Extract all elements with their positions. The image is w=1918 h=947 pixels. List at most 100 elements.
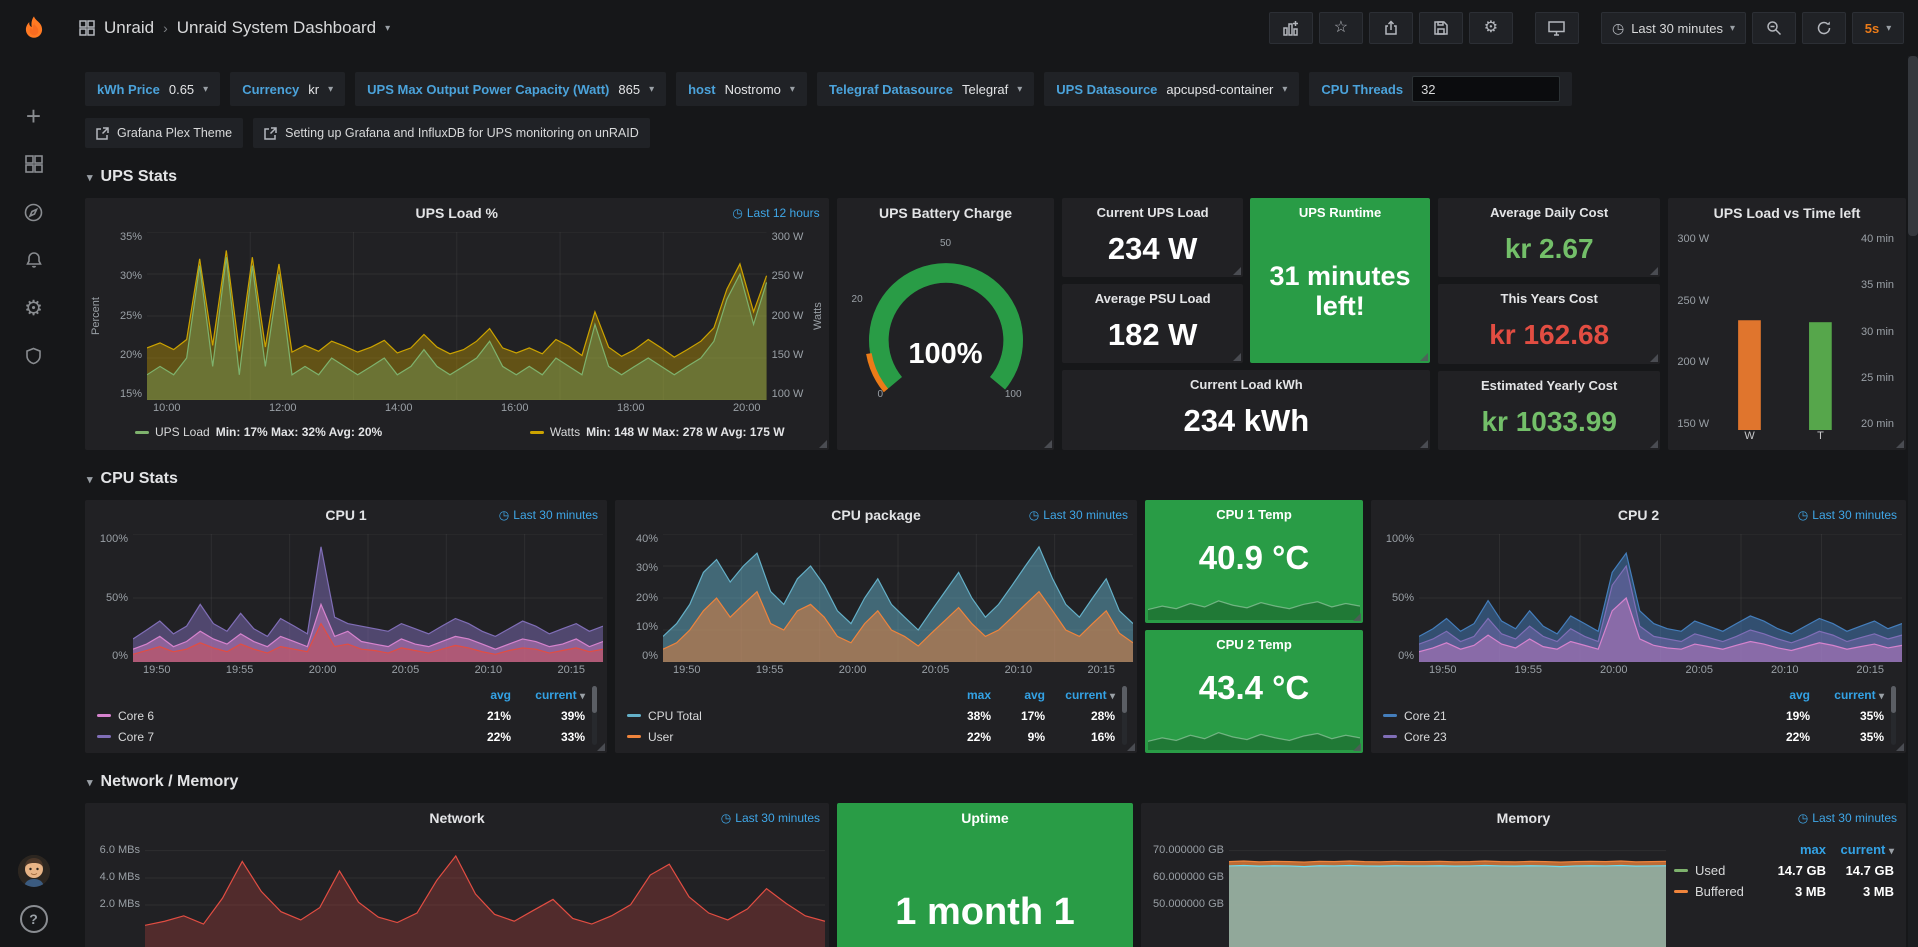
section-ups-stats[interactable]: ▾ UPS Stats: [87, 168, 1906, 186]
legend-col-current[interactable]: current ▾: [511, 688, 585, 702]
panel-title[interactable]: Average PSU Load: [1062, 291, 1242, 306]
panel-title[interactable]: Current UPS Load: [1062, 205, 1242, 220]
user-avatar[interactable]: [18, 855, 50, 887]
legend-scrollbar[interactable]: [592, 686, 597, 745]
cpu-threads-input[interactable]: [1412, 76, 1560, 102]
dashboards-icon[interactable]: [20, 150, 48, 178]
panel-resize-handle[interactable]: [1127, 743, 1135, 751]
variable-telegraf-datasource[interactable]: Telegraf Datasource Telegraf ▾: [817, 72, 1034, 106]
save-button[interactable]: [1419, 12, 1463, 44]
variable-ups-datasource[interactable]: UPS Datasource apcupsd-container ▾: [1044, 72, 1299, 106]
series-name[interactable]: CPU Total: [648, 709, 702, 723]
panel-time-override[interactable]: ◷ Last 12 hours: [732, 206, 819, 220]
star-button[interactable]: ☆: [1319, 12, 1363, 44]
breadcrumb-app[interactable]: Unraid: [104, 18, 154, 38]
refresh-interval-picker[interactable]: 5s ▾: [1852, 12, 1904, 44]
panel-title[interactable]: Memory: [1497, 810, 1551, 826]
page-scrollbar[interactable]: [1908, 56, 1918, 947]
panel-time-override[interactable]: ◷ Last 30 minutes: [1798, 508, 1897, 522]
share-button[interactable]: [1369, 12, 1413, 44]
help-icon[interactable]: ?: [20, 905, 48, 933]
configuration-gear-icon[interactable]: ⚙: [20, 294, 48, 322]
memory-chart[interactable]: [1229, 837, 1666, 947]
panel-resize-handle[interactable]: [1420, 353, 1428, 361]
variable-kwh-price[interactable]: kWh Price 0.65 ▾: [85, 72, 220, 106]
legend-col-avg[interactable]: avg: [1750, 688, 1810, 702]
refresh-button[interactable]: [1802, 12, 1846, 44]
section-network-memory[interactable]: ▾ Network / Memory: [87, 773, 1906, 791]
dashboard-grid-icon[interactable]: [79, 20, 95, 36]
server-admin-shield-icon[interactable]: [20, 342, 48, 370]
variable-ups-max-output[interactable]: UPS Max Output Power Capacity (Watt) 865…: [355, 72, 666, 106]
panel-title[interactable]: CPU 1 Temp: [1145, 507, 1363, 522]
panel-title[interactable]: Estimated Yearly Cost: [1438, 378, 1660, 393]
link-ups-monitoring-guide[interactable]: Setting up Grafana and InfluxDB for UPS …: [253, 118, 650, 148]
series-name[interactable]: Watts: [550, 425, 580, 439]
panel-resize-handle[interactable]: [1896, 440, 1904, 448]
panel-time-override[interactable]: ◷ Last 30 minutes: [721, 811, 820, 825]
legend-scrollbar[interactable]: [1891, 686, 1896, 745]
panel-title[interactable]: CPU 1: [325, 507, 366, 523]
cpu2-chart[interactable]: [1419, 534, 1902, 662]
panel-title[interactable]: UPS Load %: [416, 205, 498, 221]
zoom-out-button[interactable]: [1752, 12, 1796, 44]
add-panel-button[interactable]: [1269, 12, 1313, 44]
legend-col-avg[interactable]: avg: [451, 688, 511, 702]
load-vs-time-chart[interactable]: [1714, 234, 1856, 430]
series-name[interactable]: Core 21: [1404, 709, 1447, 723]
panel-title[interactable]: CPU package: [831, 507, 920, 523]
panel-resize-handle[interactable]: [819, 440, 827, 448]
series-name[interactable]: Core 7: [118, 730, 154, 744]
panel-title[interactable]: UPS Load vs Time left: [1714, 205, 1861, 221]
alerting-bell-icon[interactable]: [20, 246, 48, 274]
dashboard-settings-button[interactable]: ⚙: [1469, 12, 1513, 44]
panel-title[interactable]: UPS Runtime: [1250, 205, 1430, 220]
legend-scrollbar[interactable]: [1122, 686, 1127, 745]
section-cpu-stats[interactable]: ▾ CPU Stats: [87, 470, 1906, 488]
legend-col-avg[interactable]: avg: [991, 688, 1045, 702]
panel-title[interactable]: Network: [429, 810, 484, 826]
panel-resize-handle[interactable]: [1353, 743, 1361, 751]
variable-host[interactable]: host Nostromo ▾: [676, 72, 807, 106]
panel-time-override[interactable]: ◷ Last 30 minutes: [1029, 508, 1128, 522]
panel-title[interactable]: CPU 2: [1618, 507, 1659, 523]
panel-title[interactable]: Average Daily Cost: [1438, 205, 1660, 220]
legend-col-max[interactable]: max: [937, 688, 991, 702]
panel-resize-handle[interactable]: [1044, 440, 1052, 448]
series-name[interactable]: Used: [1695, 863, 1725, 878]
panel-resize-handle[interactable]: [1650, 440, 1658, 448]
network-chart[interactable]: [145, 837, 825, 947]
panel-title[interactable]: CPU 2 Temp: [1145, 637, 1363, 652]
panel-resize-handle[interactable]: [1420, 440, 1428, 448]
panel-time-override[interactable]: ◷ Last 30 minutes: [499, 508, 598, 522]
chevron-down-icon[interactable]: ▾: [385, 23, 390, 34]
panel-time-override[interactable]: ◷ Last 30 minutes: [1798, 811, 1897, 825]
breadcrumb-page[interactable]: Unraid System Dashboard: [177, 18, 376, 38]
legend-col-current[interactable]: current ▾: [1045, 688, 1115, 702]
explore-compass-icon[interactable]: [20, 198, 48, 226]
cycle-view-button[interactable]: [1535, 12, 1579, 44]
panel-resize-handle[interactable]: [1650, 354, 1658, 362]
variable-currency[interactable]: Currency kr ▾: [230, 72, 345, 106]
panel-title[interactable]: This Years Cost: [1438, 291, 1660, 306]
panel-title[interactable]: Current Load kWh: [1062, 377, 1430, 392]
legend-col-current[interactable]: current ▾: [1826, 842, 1894, 857]
ups-load-chart[interactable]: [147, 232, 767, 400]
legend-col-current[interactable]: current ▾: [1810, 688, 1884, 702]
panel-resize-handle[interactable]: [597, 743, 605, 751]
panel-resize-handle[interactable]: [1650, 267, 1658, 275]
grafana-logo[interactable]: [16, 14, 52, 50]
panel-resize-handle[interactable]: [1233, 267, 1241, 275]
time-range-picker[interactable]: ◷ Last 30 minutes ▾: [1601, 12, 1746, 44]
link-grafana-plex-theme[interactable]: Grafana Plex Theme: [85, 118, 243, 148]
series-name[interactable]: Buffered: [1695, 884, 1744, 899]
cpu-package-chart[interactable]: [663, 534, 1133, 662]
cpu1-chart[interactable]: [133, 534, 603, 662]
legend-col-max[interactable]: max: [1758, 842, 1826, 857]
panel-resize-handle[interactable]: [1353, 613, 1361, 621]
series-name[interactable]: UPS Load: [155, 425, 210, 439]
scrollbar-thumb[interactable]: [1908, 56, 1918, 236]
series-name[interactable]: Core 23: [1404, 730, 1447, 744]
panel-resize-handle[interactable]: [1896, 743, 1904, 751]
series-name[interactable]: Core 6: [118, 709, 154, 723]
